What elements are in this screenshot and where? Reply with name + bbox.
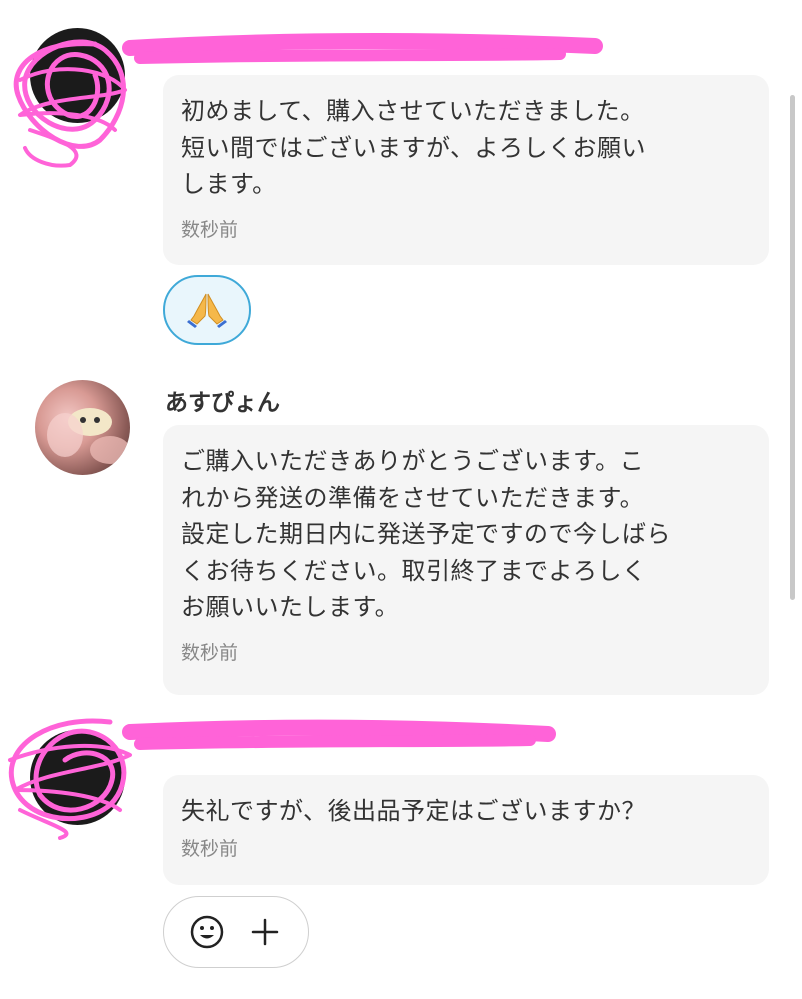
message-bubble[interactable]: 失礼ですが、後出品予定はございますか？ 数秒前 — [163, 775, 769, 885]
avatar[interactable] — [30, 730, 125, 825]
message-time: 数秒前 — [181, 837, 239, 860]
reaction-chip[interactable] — [163, 275, 251, 345]
avatar[interactable] — [35, 380, 130, 475]
message-bubble[interactable]: ご購入いただきありがとうございます。こ れから発送の準備をさせていただきます。 … — [163, 425, 769, 695]
message-thread: 初めまして、購入させていただきました。 短い間ではございますが、よろしくお願い … — [0, 0, 802, 999]
message-text: 初めまして、購入させていただきました。 短い間ではございますが、よろしくお願い … — [181, 97, 647, 198]
sender-name: あすぴょん — [165, 390, 280, 416]
avatar[interactable] — [30, 28, 125, 123]
scrollbar[interactable] — [790, 95, 795, 600]
folded-hands-icon — [185, 286, 229, 334]
message-time: 数秒前 — [181, 641, 239, 664]
message-text: ご購入いただきありがとうございます。こ れから発送の準備をさせていただきます。 … — [181, 447, 671, 621]
smiley-icon[interactable] — [185, 910, 229, 954]
message-text: 失礼ですが、後出品予定はございますか？ — [181, 797, 647, 825]
message-bubble[interactable]: 初めまして、購入させていただきました。 短い間ではございますが、よろしくお願い … — [163, 75, 769, 265]
message-time: 数秒前 — [181, 218, 239, 241]
plus-icon[interactable] — [243, 910, 287, 954]
reaction-bar — [163, 896, 309, 968]
